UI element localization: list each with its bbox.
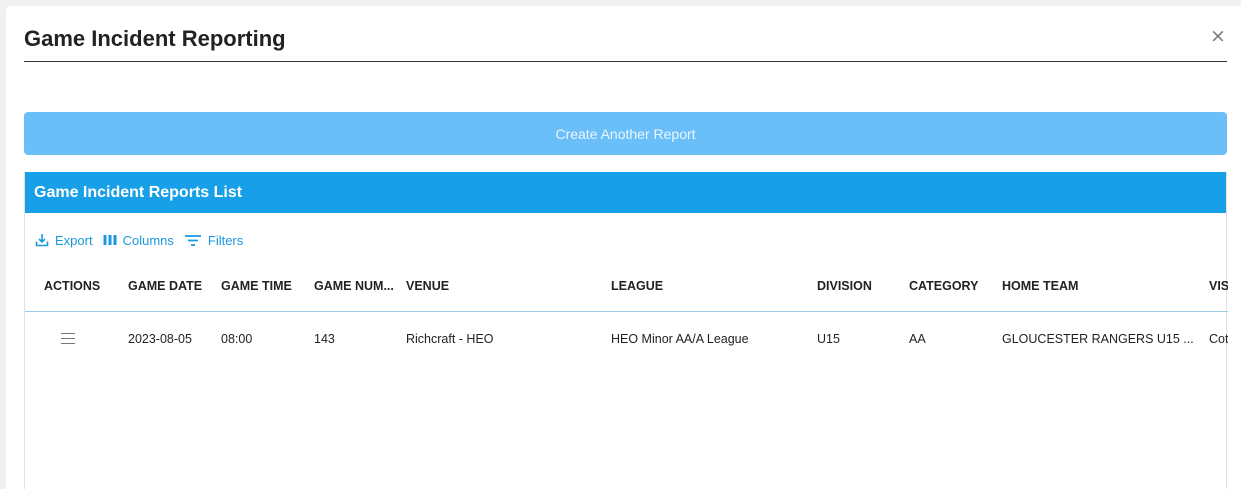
columns-label: Columns [122, 232, 174, 248]
cell-home-team: GLOUCESTER RANGERS U15 ... [1002, 332, 1194, 346]
column-header-game-date[interactable]: GAME DATE [128, 279, 202, 293]
column-header-league[interactable]: LEAGUE [611, 279, 663, 293]
reports-grid: ACTIONS GAME DATE GAME TIME GAME NUM... … [25, 268, 1228, 370]
cell-league: HEO Minor AA/A League [611, 332, 749, 346]
list-title: Game Incident Reports List [25, 172, 1226, 213]
report-modal: Game Incident Reporting × Create Another… [6, 6, 1241, 489]
cell-game-time: 08:00 [221, 332, 253, 346]
column-header-game-time[interactable]: GAME TIME [221, 279, 292, 293]
table-row[interactable]: 2023-08-05 08:00 143 Richcraft - HEO HEO… [25, 312, 1228, 370]
column-header-actions[interactable]: ACTIONS [44, 279, 100, 293]
columns-button[interactable]: Columns [103, 233, 174, 248]
grid-header-row: ACTIONS GAME DATE GAME TIME GAME NUM... … [25, 268, 1228, 312]
column-header-category[interactable]: CATEGORY [909, 279, 978, 293]
cell-game-date: 2023-08-05 [128, 332, 192, 346]
filters-button[interactable]: Filters [184, 233, 243, 248]
column-header-home-team[interactable]: HOME TEAM [1002, 279, 1078, 293]
export-icon [35, 234, 49, 247]
reports-list-panel: Game Incident Reports List Export Column… [24, 172, 1228, 489]
filter-icon [184, 235, 201, 246]
close-icon[interactable]: × [1209, 27, 1227, 46]
cell-venue: Richcraft - HEO [406, 332, 494, 346]
column-header-visitor[interactable]: VIS [1209, 279, 1228, 293]
create-another-report-button[interactable]: Create Another Report [24, 112, 1227, 155]
column-header-venue[interactable]: VENUE [406, 279, 449, 293]
columns-icon [103, 235, 117, 245]
column-header-division[interactable]: DIVISION [817, 279, 872, 293]
cell-game-num: 143 [314, 332, 335, 346]
export-label: Export [55, 232, 93, 248]
cell-visitor: Cot [1209, 332, 1228, 346]
column-header-game-num[interactable]: GAME NUM... [314, 279, 402, 293]
modal-header: Game Incident Reporting × [24, 6, 1227, 62]
grid-toolbar: Export Columns Filters [35, 230, 253, 250]
row-menu-icon[interactable] [61, 333, 75, 345]
filters-label: Filters [207, 232, 244, 248]
cell-category: AA [909, 332, 926, 346]
cell-division: U15 [817, 332, 840, 346]
modal-title: Game Incident Reporting [24, 26, 286, 51]
export-button[interactable]: Export [35, 233, 93, 248]
